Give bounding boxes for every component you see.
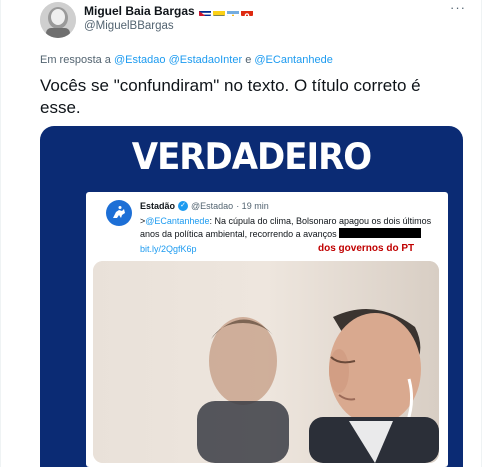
embedded-tweet-screenshot: Estadão ✓ @Estadao · 19 min >@ECantanhed… xyxy=(86,192,448,467)
colombia-flag-icon xyxy=(212,7,225,16)
news-photo xyxy=(93,261,439,463)
avatar-portrait-icon xyxy=(40,2,76,38)
reply-mention-estadao[interactable]: @Estadao xyxy=(114,54,166,66)
embedded-tweet-handle: @Estadao xyxy=(191,201,234,211)
embedded-tweet-text: >@ECantanhede: Na cúpula do clima, Bolso… xyxy=(140,215,440,241)
cuba-flag-icon xyxy=(198,7,211,16)
verdict-banner: VERDADEIRO xyxy=(131,135,372,179)
tweet-media[interactable]: VERDADEIRO Estadão ✓ @Estadao · 19 min >… xyxy=(40,126,463,467)
avatar[interactable] xyxy=(40,2,76,38)
embedded-mention: @ECantanhede xyxy=(145,216,210,226)
reply-conjunction: e xyxy=(245,54,252,66)
argentina-flag-icon xyxy=(226,7,239,16)
verified-badge-icon: ✓ xyxy=(178,201,189,211)
overlay-label: dos governos do PT xyxy=(318,243,415,254)
embedded-tweet-name: Estadão xyxy=(140,201,176,211)
reply-prefix: Em resposta a xyxy=(40,54,111,66)
reply-context: Em resposta a @Estadao @EstadaoInter e @… xyxy=(40,54,333,66)
tweet-text: Vocês se "confundiram" no texto. O títul… xyxy=(40,76,421,117)
more-options-icon[interactable]: ··· xyxy=(450,1,465,19)
redaction-bar xyxy=(339,228,422,238)
author-handle[interactable]: @MiguelBBargas xyxy=(84,20,174,32)
embedded-tweet-time: · 19 min xyxy=(236,201,269,211)
reply-mention-estadaointer[interactable]: @EstadaoInter xyxy=(169,54,243,66)
author-name-row: Miguel Baia Bargas xyxy=(84,3,253,19)
author-display-name[interactable]: Miguel Baia Bargas xyxy=(84,4,195,18)
tweet-card: Miguel Baia Bargas @MiguelBBargas ··· Em… xyxy=(0,0,482,467)
estadao-logo-icon xyxy=(106,200,132,226)
embedded-tweet-link: bit.ly/2QgfK6p xyxy=(140,244,197,254)
author-flags xyxy=(198,7,253,16)
hongkong-flag-icon xyxy=(240,7,253,16)
news-photo-image xyxy=(93,261,439,463)
embedded-tweet-header: Estadão ✓ @Estadao · 19 min xyxy=(140,201,269,211)
reply-mention-ecantanhede[interactable]: @ECantanhede xyxy=(254,54,332,66)
